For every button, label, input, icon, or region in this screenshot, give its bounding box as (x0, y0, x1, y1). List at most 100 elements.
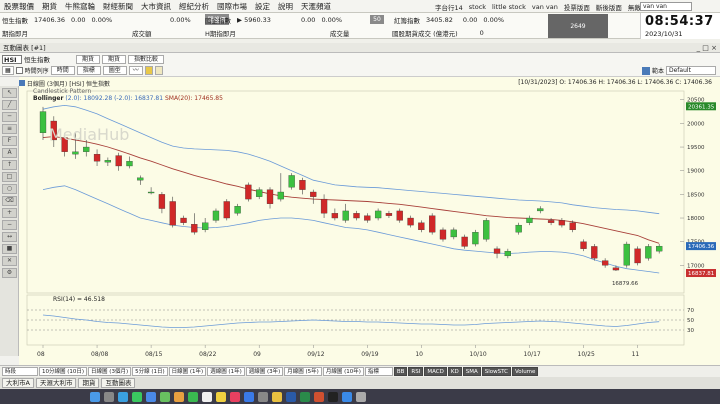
safari-icon[interactable] (118, 391, 128, 402)
menu-right-2[interactable]: little stock (489, 3, 529, 11)
notes-icon[interactable] (216, 391, 226, 402)
chart-area[interactable]: 2050020000195001900018500180001750017000… (19, 77, 720, 365)
arrow-tool-icon[interactable]: ↑ (2, 160, 17, 170)
menu-broker[interactable]: 經紀分析 (175, 1, 213, 12)
chart-type-button[interactable]: 圖型 (102, 66, 127, 75)
checkbox-icon[interactable] (15, 67, 23, 74)
indicator-button[interactable]: 指標 (76, 66, 101, 75)
trash-icon[interactable]: ✕ (2, 256, 17, 266)
measure-icon[interactable]: ↔ (2, 232, 17, 242)
ppt-icon[interactable] (314, 391, 324, 402)
trash-bin-icon[interactable] (356, 391, 366, 402)
color-swatch-icon-2[interactable] (154, 66, 163, 75)
tf-monthly-10y[interactable]: 月線圖 (10年) (322, 367, 364, 376)
menu-intl[interactable]: 國際市場 (213, 1, 251, 12)
menu-warrants[interactable]: 牛熊窩輪 (61, 1, 99, 12)
tf-weekly-1y[interactable]: 週線圖 (1年) (207, 367, 245, 376)
ind-kd[interactable]: KD (447, 367, 462, 376)
y-tick-label: 18500 (687, 192, 705, 198)
terminal-icon[interactable] (328, 391, 338, 402)
cursor-icon[interactable]: ↖ (2, 88, 17, 98)
text-tool-icon[interactable]: A (2, 148, 17, 158)
calendar-icon[interactable] (202, 391, 212, 402)
messages-icon[interactable] (132, 391, 142, 402)
color-swatch-icon[interactable] (144, 66, 153, 75)
menu-news[interactable]: 財經新聞 (99, 1, 137, 12)
menu-settings[interactable]: 設定 (251, 1, 274, 12)
finder-icon[interactable] (90, 391, 100, 402)
indicator-select[interactable]: 指標 (364, 367, 393, 376)
task-item-1[interactable]: 天滙大利市 (35, 378, 77, 388)
menu-right-4[interactable]: 投票版面 (561, 2, 593, 12)
template-select[interactable]: Default (666, 66, 716, 75)
rect-tool-icon[interactable]: □ (2, 172, 17, 182)
tf-weekly-3y[interactable]: 週線圖 (3年) (245, 367, 284, 376)
ind-volume[interactable]: Volume (511, 367, 539, 376)
futures-button-1[interactable]: 期貨 (76, 54, 101, 64)
eraser-icon[interactable]: ⌫ (2, 196, 17, 206)
time-button[interactable]: 時間 (50, 66, 75, 75)
ind-sma[interactable]: SMA (462, 367, 481, 376)
facetime-icon[interactable] (188, 391, 198, 402)
task-item-3[interactable]: 互動圖表 (101, 378, 136, 388)
line-chart-icon[interactable]: 〰 (128, 66, 143, 75)
zoom-in-icon[interactable]: + (2, 208, 17, 218)
zoom-app-icon[interactable] (342, 391, 352, 402)
red-change: 0.00 (462, 15, 478, 24)
mail-icon[interactable] (146, 391, 156, 402)
music-icon[interactable] (230, 391, 240, 402)
price-chart[interactable]: 2050020000195001900018500180001750017000… (19, 77, 720, 365)
symbol-name: 恒生指數 (24, 56, 50, 64)
compare-button[interactable]: 指數比較 (128, 54, 165, 64)
ind-macd[interactable]: MACD (424, 367, 447, 376)
tf-monthly-5y[interactable]: 月線圖 (5年) (284, 367, 322, 376)
tf-daily-1y[interactable]: 日線圖 (1年) (168, 367, 207, 376)
settings-icon[interactable]: ⚙ (2, 268, 17, 278)
window-controls[interactable]: _ □ × (697, 43, 717, 53)
hline-tool-icon[interactable]: ─ (2, 112, 17, 122)
red-label: 紅籌指數 (394, 16, 420, 25)
ind-rsi[interactable]: RSI (408, 367, 424, 376)
photos-icon[interactable] (174, 391, 184, 402)
tf-daily-3m[interactable]: 日線圖 (3個月) (88, 367, 132, 376)
zoom-out-icon[interactable]: − (2, 220, 17, 230)
line-tool-icon[interactable]: ╱ (2, 100, 17, 110)
chrome-icon[interactable] (272, 391, 282, 402)
settings-app-icon[interactable] (258, 391, 268, 402)
task-item-0[interactable]: 大利市A (2, 378, 34, 388)
ind-bb[interactable]: BB (393, 367, 408, 376)
futures-button-2[interactable]: 期貨 (102, 54, 127, 64)
menu-right-3[interactable]: van van (529, 3, 561, 11)
word-icon[interactable] (286, 391, 296, 402)
task-item-2[interactable]: 期貨 (78, 378, 100, 388)
window-title: 互動圖表 [#1] (3, 44, 46, 52)
tf-10min[interactable]: 10分線圖 (10日) (39, 367, 88, 376)
menu-help[interactable]: 說明 (274, 1, 297, 12)
channel-tool-icon[interactable]: ≡ (2, 124, 17, 134)
bollinger-lower-line (42, 185, 660, 274)
circle-tool-icon[interactable]: ○ (2, 184, 17, 194)
tf-5min[interactable]: 5分線 (1日) (132, 367, 168, 376)
menu-market-info[interactable]: 大市資訊 (137, 1, 175, 12)
menu-channel[interactable]: 天滙頻道 (297, 1, 335, 12)
period-select[interactable]: 時段 (2, 367, 38, 376)
boll-lower: (-2.0): 16837.81 (114, 95, 164, 102)
symbol-input[interactable]: HSI (2, 54, 22, 64)
ind-slowstc[interactable]: SlowSTC (481, 367, 511, 376)
grid-toggle[interactable]: ▦ (2, 66, 14, 75)
maps-icon[interactable] (160, 391, 170, 402)
menu-right-1[interactable]: stock (466, 3, 489, 11)
candle (407, 217, 414, 226)
lock-icon[interactable]: ■ (2, 244, 17, 254)
bollinger-readout: Bollinger (2.0): 18092.28 (-2.0): 16837.… (33, 95, 223, 102)
appstore-icon[interactable] (244, 391, 254, 402)
menu-right-5[interactable]: 斷後版面 (593, 2, 625, 12)
ohlc-readout: [10/31/2023] O: 17406.36 H: 17406.36 L: … (518, 79, 712, 86)
excel-icon[interactable] (300, 391, 310, 402)
fib-tool-icon[interactable]: F (2, 136, 17, 146)
launchpad-icon[interactable] (104, 391, 114, 402)
menu-right-0[interactable]: 字台行14 (432, 2, 466, 12)
menu-futures[interactable]: 期貨 (38, 1, 61, 12)
menu-stock-quotes[interactable]: 股票報價 (0, 1, 38, 12)
search-input[interactable]: van van (640, 2, 692, 11)
